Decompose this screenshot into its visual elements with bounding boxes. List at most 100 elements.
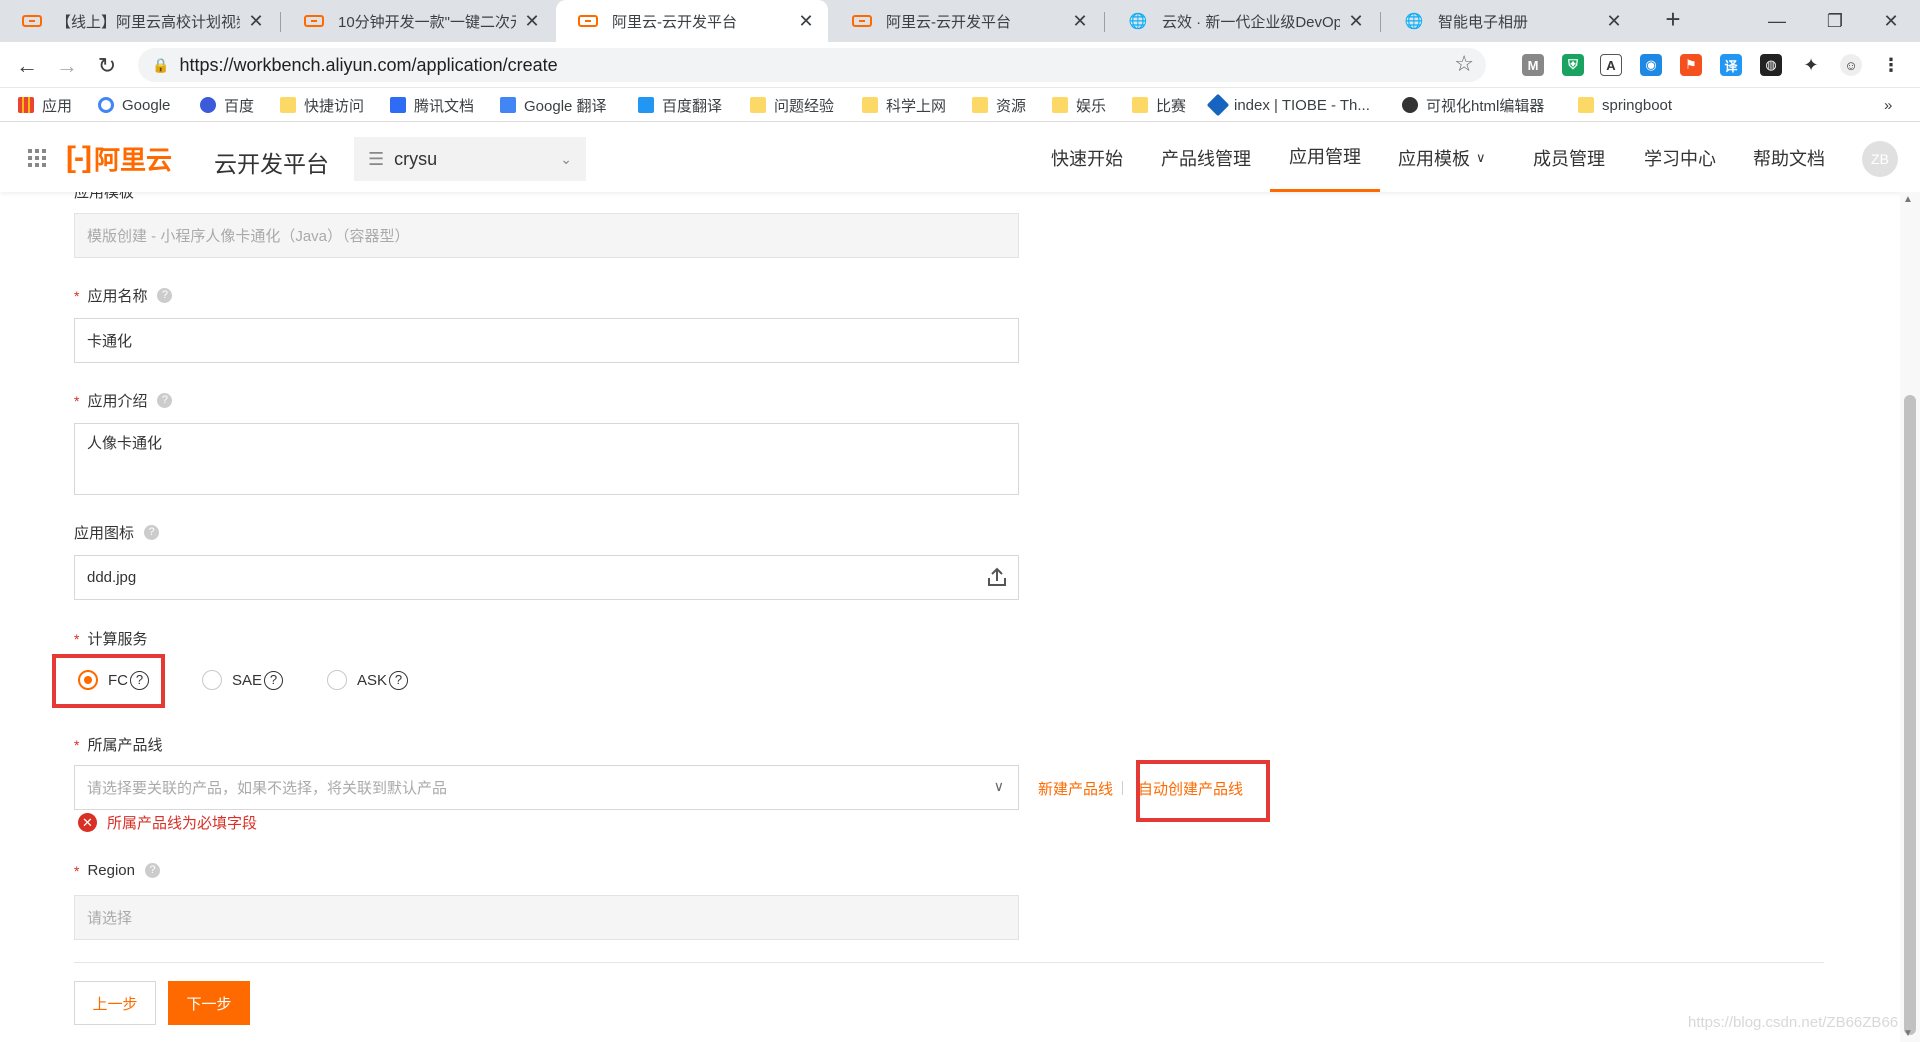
app-name-input[interactable]: 卡通化 — [74, 318, 1019, 363]
bookmark-folder[interactable]: 问题经验 — [750, 93, 834, 117]
highlight-box — [1136, 760, 1270, 822]
tab-title: 云效 · 新一代企业级DevOps — [1162, 13, 1340, 31]
folder-icon — [280, 97, 296, 113]
profile-icon[interactable]: ☺ — [1840, 54, 1862, 76]
question-icon[interactable]: ? — [264, 670, 284, 690]
productline-select[interactable]: 请选择要关联的产品，如果不选择，将关联到默认产品 ∨ — [74, 765, 1019, 810]
bookmark-tencent-docs[interactable]: 腾讯文档 — [390, 93, 474, 117]
question-icon[interactable]: ? — [389, 670, 409, 690]
workspace-selector[interactable]: ☰ crysu ⌄ — [354, 137, 586, 181]
close-icon[interactable]: ✕ — [1346, 11, 1366, 32]
nav-quick-start[interactable]: 快速开始 — [1051, 123, 1123, 192]
bookmark-folder[interactable]: 资源 — [972, 93, 1026, 117]
help-icon[interactable]: ? — [145, 863, 160, 878]
bookmark-folder[interactable]: 快捷访问 — [280, 93, 364, 117]
label-text: 所属产品线 — [87, 737, 163, 754]
folder-icon — [1578, 97, 1594, 113]
close-icon[interactable]: ✕ — [1604, 11, 1624, 32]
translate-extension-icon[interactable]: 译 — [1720, 54, 1742, 76]
gmail-extension-icon[interactable]: M — [1522, 54, 1544, 76]
reload-icon[interactable]: ↻ — [91, 50, 123, 82]
bookmark-folder[interactable]: 比赛 — [1132, 93, 1186, 117]
scrollbar-thumb[interactable] — [1904, 395, 1916, 1035]
aliyun-logo[interactable]: [-] 阿里云 — [66, 141, 172, 175]
bookmark-baidu[interactable]: 百度 — [200, 93, 254, 117]
template-field: 模版创建 - 小程序人像卡通化（Java）（容器型） — [74, 213, 1019, 258]
bookmark-folder[interactable]: 科学上网 — [862, 93, 946, 117]
scroll-up-icon[interactable]: ▲ — [1903, 194, 1913, 205]
label-text: Region — [87, 862, 135, 879]
bookmark-folder[interactable]: 娱乐 — [1052, 93, 1106, 117]
bookmark-google[interactable]: Google — [98, 93, 170, 117]
radio-label: SAE — [232, 671, 263, 689]
restore-icon[interactable]: ❐ — [1806, 0, 1864, 42]
region-select[interactable]: 请选择 — [74, 895, 1019, 940]
extension-icon[interactable]: ⚑ — [1680, 54, 1702, 76]
help-icon[interactable]: ? — [144, 525, 160, 540]
bookmark-label: 百度 — [224, 97, 255, 115]
browser-tab-5[interactable]: 🌐 云效 · 新一代企业级DevOps ✕ — [1106, 0, 1378, 42]
platform-title: 云开发平台 — [214, 151, 329, 177]
avatar[interactable]: ZB — [1862, 141, 1898, 177]
menu-dots-icon[interactable]: ⋮ — [1880, 54, 1902, 76]
browser-tab-1[interactable]: 【线上】阿里云高校计划视频 ✕ — [0, 0, 278, 42]
help-icon[interactable]: ? — [157, 288, 173, 303]
baidu-translate-icon — [638, 97, 654, 113]
prev-step-button[interactable]: 上一步 — [74, 981, 156, 1025]
bookmark-tiobe[interactable]: index | TIOBE - Th... — [1206, 93, 1370, 117]
minimize-icon[interactable]: — — [1748, 0, 1806, 42]
nav-learning[interactable]: 学习中心 — [1644, 123, 1716, 192]
radio-ask[interactable]: ASK? — [327, 670, 409, 690]
app-intro-textarea[interactable]: 人像卡通化 — [74, 423, 1019, 495]
bookmark-star-icon[interactable]: ☆ — [1454, 51, 1474, 77]
app-icon-upload[interactable]: ddd.jpg — [74, 555, 1019, 600]
bookmark-folder[interactable]: springboot — [1578, 93, 1672, 117]
folder-icon — [862, 97, 878, 113]
forward-icon[interactable]: → — [51, 50, 83, 82]
extension-icon[interactable]: ◍ — [1760, 54, 1782, 76]
radio-label: ASK — [357, 671, 388, 689]
browser-tab-6[interactable]: 🌐 智能电子相册 ✕ — [1382, 0, 1636, 42]
font-extension-icon[interactable]: A — [1600, 54, 1622, 76]
help-icon[interactable]: ? — [157, 393, 173, 408]
nav-app-management[interactable]: 应用管理 — [1270, 123, 1380, 192]
shield-extension-icon[interactable]: ⛨ — [1562, 54, 1584, 76]
bookmark-html-editor[interactable]: 可视化html编辑器 — [1402, 93, 1544, 117]
new-productline-link[interactable]: 新建产品线 — [1038, 778, 1113, 799]
bookmark-label: 问题经验 — [774, 97, 835, 115]
more-bookmarks[interactable]: » — [1884, 93, 1892, 117]
browser-tab-2[interactable]: 10分钟开发一款"一键二次元 ✕ — [282, 0, 554, 42]
radio-sae[interactable]: SAE? — [202, 670, 284, 690]
tiobe-icon — [1206, 93, 1230, 117]
nav-help[interactable]: 帮助文档 — [1753, 123, 1825, 192]
close-icon[interactable]: ✕ — [246, 11, 266, 32]
nav-productline[interactable]: 产品线管理 — [1161, 123, 1251, 192]
next-step-button[interactable]: 下一步 — [168, 981, 250, 1025]
bookmark-google-translate[interactable]: Google 翻译 — [500, 93, 607, 117]
required-mark: * — [74, 287, 80, 304]
close-icon[interactable]: ✕ — [522, 11, 542, 32]
apps-icon — [18, 97, 34, 113]
browser-tab-4[interactable]: 阿里云-云开发平台 ✕ — [830, 0, 1102, 42]
label-text: 应用模板 — [74, 192, 135, 201]
back-icon[interactable]: ← — [11, 50, 43, 82]
close-window-icon[interactable]: ✕ — [1862, 0, 1920, 42]
puzzle-icon[interactable]: ✦ — [1800, 54, 1822, 76]
browser-tab-3[interactable]: 阿里云-云开发平台 ✕ — [556, 0, 828, 42]
extension-icon[interactable]: ◉ — [1640, 54, 1662, 76]
close-icon[interactable]: ✕ — [1070, 11, 1090, 32]
new-tab-button[interactable]: + — [1656, 4, 1690, 35]
nav-templates[interactable]: 应用模板 ∨ — [1398, 123, 1486, 192]
address-bar[interactable]: 🔒 https://workbench.aliyun.com/applicati… — [138, 48, 1486, 82]
google-icon — [98, 97, 114, 113]
label-text: 应用介绍 — [87, 393, 148, 410]
upload-icon[interactable] — [986, 566, 1008, 592]
close-icon[interactable]: ✕ — [796, 11, 816, 32]
create-app-form: 应用模板 模版创建 - 小程序人像卡通化（Java）（容器型） * 应用名称? 卡… — [0, 192, 1900, 1042]
bookmark-baidu-translate[interactable]: 百度翻译 — [638, 93, 722, 117]
scroll-down-icon[interactable]: ▼ — [1903, 1028, 1913, 1039]
bookmark-apps[interactable]: 应用 — [18, 93, 72, 117]
compute-service-label: * 计算服务 — [74, 628, 147, 649]
apps-grid-icon[interactable] — [28, 149, 46, 167]
nav-members[interactable]: 成员管理 — [1533, 123, 1605, 192]
